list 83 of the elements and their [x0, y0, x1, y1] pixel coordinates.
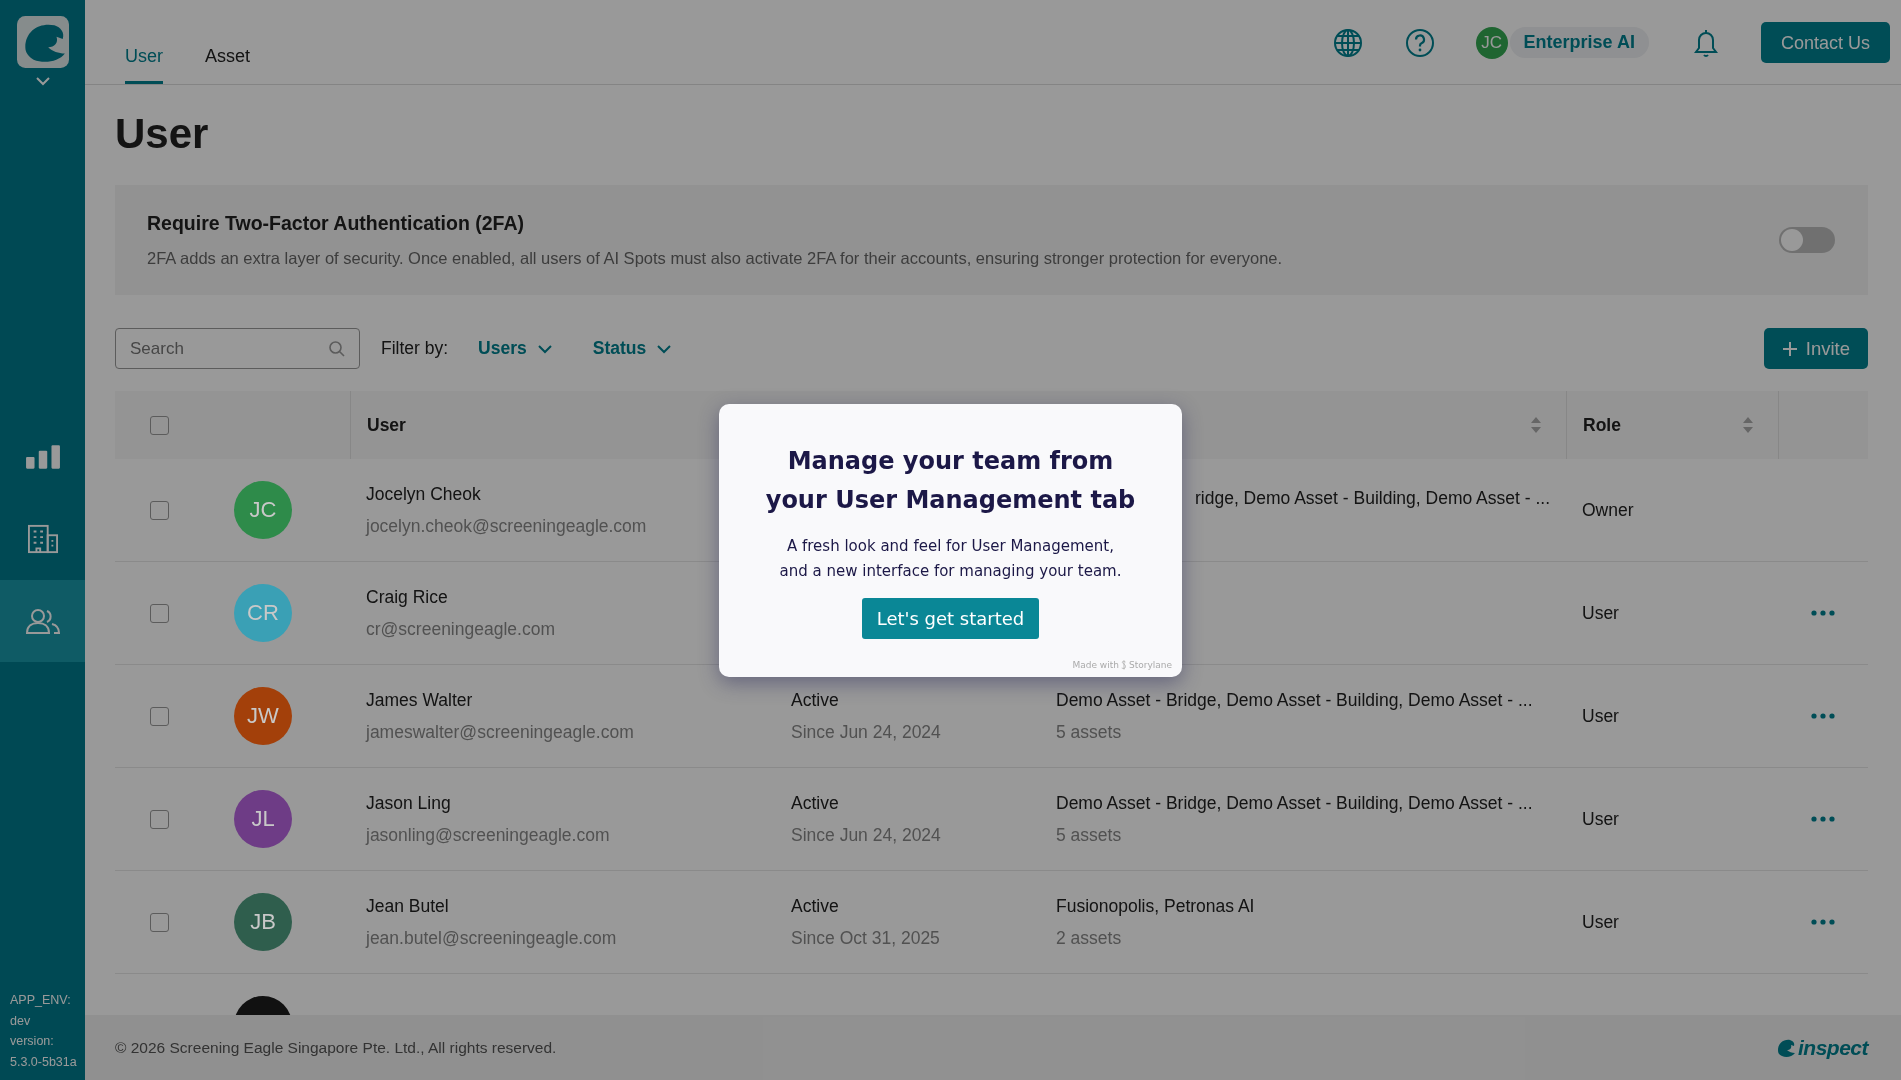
status-text: Active: [791, 895, 839, 917]
role-text: User: [1582, 911, 1619, 933]
user-email: jameswalter@screeningeagle.com: [366, 721, 634, 743]
user-name: Jocelyn Cheok: [366, 483, 481, 505]
filter-label: Filter by:: [381, 338, 449, 359]
row-checkbox[interactable]: [150, 603, 169, 623]
table-row[interactable]: JL Jason Ling jasonling@screeningeagle.com Active Since Jun 24, 2024 Demo Asset - Bridge, Demo Asset - Building, Demo Asset - ... 5 assets User: [115, 768, 1868, 871]
chevron-down-icon: [536, 343, 553, 354]
row-checkbox[interactable]: [150, 912, 169, 932]
brand-name: inspect: [1797, 1035, 1868, 1060]
select-all-checkbox[interactable]: [150, 415, 169, 435]
chevron-down-icon: [656, 343, 673, 354]
sidebar-nav-item[interactable]: [0, 580, 85, 662]
users-icon: [24, 606, 61, 636]
user-email: jasonling@screeningeagle.com: [366, 824, 610, 846]
asset-count: 5 assets: [1056, 721, 1122, 743]
more-options-icon[interactable]: [1811, 610, 1835, 616]
copyright-text: © 2026 Screening Eagle Singapore Pte. Ltd., All rights reserved.: [115, 1038, 557, 1057]
status-date: Since Jun 24, 2024: [791, 721, 941, 743]
search-icon: [328, 340, 346, 358]
toggle-switch[interactable]: [1779, 227, 1835, 253]
setting-title: Require Two-Factor Authentication (2FA): [147, 212, 525, 235]
more-options-icon[interactable]: [1811, 713, 1835, 719]
sort-icon[interactable]: [1742, 416, 1754, 434]
organization-selector[interactable]: Enterprise AI: [1509, 27, 1649, 58]
chevron-down-icon[interactable]: [34, 76, 51, 86]
plus-icon: [1781, 340, 1798, 357]
env-info-text: 5.3.0-5b31a: [10, 1053, 78, 1071]
filter-dropdown[interactable]: Status: [592, 338, 673, 359]
more-options-icon[interactable]: [1811, 816, 1835, 822]
role-text: Owner: [1582, 499, 1634, 521]
column-header: User: [367, 414, 406, 436]
role-text: User: [1582, 808, 1619, 830]
tab[interactable]: User: [125, 46, 163, 84]
squiggle-icon: [1120, 659, 1127, 670]
user-avatar: JC: [234, 481, 292, 539]
get-started-button[interactable]: Let's get started: [861, 597, 1040, 639]
asset-count: 2 assets: [1056, 927, 1122, 949]
asset-list: Demo Asset - Bridge, Demo Asset - Building, Demo Asset - ...: [1056, 792, 1533, 814]
user-avatar: JW: [234, 687, 292, 745]
role-text: User: [1582, 602, 1619, 624]
column-header: Role: [1583, 414, 1621, 436]
user-avatar[interactable]: JC: [1475, 26, 1508, 59]
env-info-text: APP_ENV:: [10, 992, 72, 1009]
table-row[interactable]: JB Jean Butel jean.butel@screeningeagle.com Active Since Oct 31, 2025 Fusionopolis, Petronas AI 2 assets User: [115, 871, 1868, 974]
more-options-icon[interactable]: [1811, 919, 1835, 925]
user-avatar: JB: [234, 893, 292, 951]
status-date: Since Jun 24, 2024: [791, 824, 941, 846]
role-text: User: [1582, 705, 1619, 727]
status-text: Active: [791, 689, 839, 711]
user-email: jocelyn.cheok@screeningeagle.com: [366, 515, 647, 537]
user-email: jean.butel@screeningeagle.com: [366, 927, 617, 949]
user-name: Jean Butel: [366, 895, 449, 917]
filter-dropdown[interactable]: Users: [478, 338, 553, 359]
help-icon[interactable]: [1403, 26, 1436, 59]
asset-list: Demo Asset - Bridge, Demo Asset - Building, Demo Asset - ...: [1056, 689, 1533, 711]
eagle-logo-icon: [1775, 1037, 1796, 1058]
env-info-text: dev: [10, 1012, 32, 1030]
globe-icon[interactable]: [1331, 26, 1364, 59]
user-email: cr@screeningeagle.com: [366, 618, 555, 640]
tab[interactable]: Asset: [205, 46, 251, 84]
sort-icon[interactable]: [1530, 416, 1542, 434]
search-field[interactable]: Search: [115, 328, 360, 369]
status-date: Since Oct 31, 2025: [791, 927, 940, 949]
page-title: User: [115, 113, 210, 155]
eagle-logo-icon[interactable]: [16, 16, 69, 68]
user-avatar: CR: [234, 584, 292, 642]
status-text: Active: [791, 792, 839, 814]
user-avatar: JL: [234, 790, 292, 848]
row-checkbox[interactable]: [150, 500, 169, 520]
user-name: James Walter: [366, 689, 473, 711]
env-info-text: version:: [10, 1033, 55, 1050]
asset-count: 5 assets: [1056, 824, 1122, 846]
setting-description: 2FA adds an extra layer of security. Once enabled, all users of AI Spots must also activate 2FA for their accounts, ensuring stronger protection for everyone.: [147, 249, 1284, 268]
row-checkbox[interactable]: [150, 706, 169, 726]
contact-us-button[interactable]: Contact Us: [1760, 22, 1890, 63]
user-name: Jason Ling: [366, 792, 451, 814]
asset-list: ridge, Demo Asset - Building, Demo Asset - ...: [1195, 488, 1550, 509]
invite-button[interactable]: Invite: [1763, 328, 1868, 369]
asset-list: Fusionopolis, Petronas AI: [1056, 895, 1255, 917]
bar-chart-icon: [24, 442, 61, 472]
user-name: Craig Rice: [366, 586, 448, 608]
row-checkbox[interactable]: [150, 809, 169, 829]
